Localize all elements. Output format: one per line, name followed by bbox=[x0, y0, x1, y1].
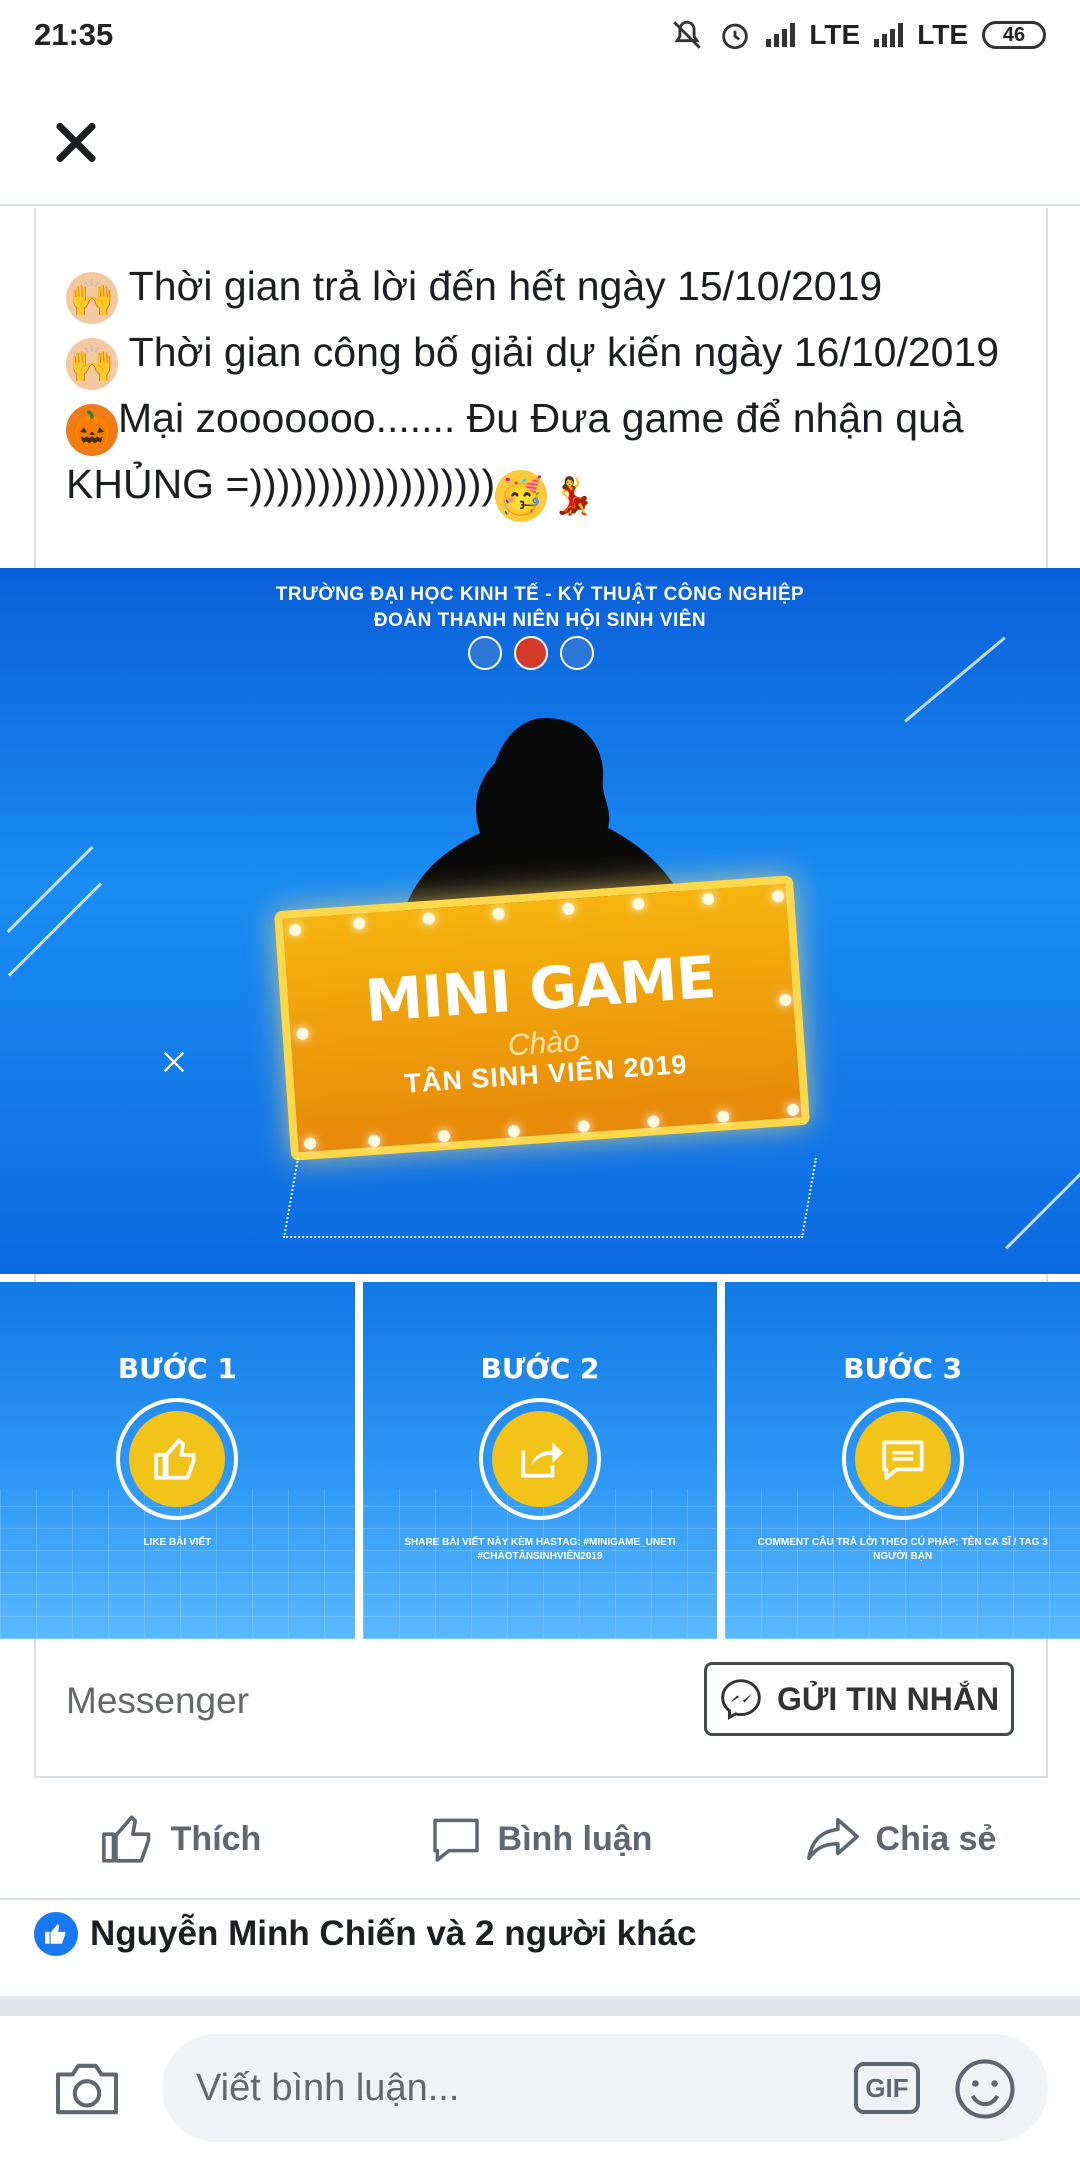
steps-gallery: BƯỚC 1 LIKE BÀI VIẾT BƯỚC 2 SHARE BÀI VI… bbox=[0, 1282, 1080, 1639]
camera-icon[interactable] bbox=[52, 2060, 122, 2118]
battery-level: 46 bbox=[1002, 23, 1026, 46]
banner-header-line-2: ĐOÀN THANH NIÊN HỘI SINH VIÊN bbox=[373, 610, 707, 631]
emoji-icon[interactable] bbox=[952, 2056, 1018, 2122]
like-icon bbox=[101, 1815, 151, 1863]
step-title: BƯỚC 3 bbox=[843, 1352, 963, 1385]
step-icon-ring bbox=[479, 1398, 601, 1520]
light-bulb bbox=[288, 923, 302, 937]
comment-icon bbox=[882, 1440, 924, 1480]
comment-bar: GIF bbox=[0, 2016, 1080, 2160]
status-time: 21:35 bbox=[34, 17, 114, 52]
light-bulb bbox=[507, 1124, 521, 1138]
top-bar bbox=[0, 70, 1080, 206]
mini-game-banner[interactable]: TRƯỜNG ĐẠI HỌC KINH TẾ - KỸ THUẬT CÔNG N… bbox=[0, 568, 1080, 1274]
post-text: 🙌 Thời gian trả lời đến hết ngày 15/10/2… bbox=[66, 258, 1026, 522]
step-title: BƯỚC 2 bbox=[480, 1352, 600, 1385]
mute-icon bbox=[673, 20, 702, 49]
light-bulb bbox=[352, 917, 366, 930]
status-icons: LTE LTE 46 bbox=[670, 18, 1046, 52]
light-bulb bbox=[786, 1103, 800, 1117]
step-description: SHARE BÀI VIẾT NÀY KÈM HASTAG: #MINIGAME… bbox=[404, 1537, 676, 1562]
step-tile-1[interactable]: BƯỚC 1 LIKE BÀI VIẾT bbox=[0, 1282, 355, 1639]
step-icon-ring bbox=[116, 1398, 239, 1520]
network-label-1: LTE bbox=[809, 19, 861, 50]
step-icon-ring bbox=[841, 1398, 964, 1520]
dotted-frame bbox=[282, 1158, 818, 1238]
youth-union-logo bbox=[514, 636, 548, 670]
light-bulb bbox=[631, 897, 645, 911]
light-bulb bbox=[577, 1119, 591, 1133]
partying-face-emoji: 🥳 bbox=[495, 470, 548, 522]
share-icon bbox=[521, 1442, 563, 1478]
reactions-text: Nguyễn Minh Chiến và 2 người khác bbox=[90, 1914, 697, 1953]
light-bulb bbox=[437, 1129, 451, 1143]
banner-logos bbox=[468, 636, 594, 670]
share-label: Chia sẻ bbox=[875, 1819, 997, 1858]
mini-game-sign: MINI GAME Chào TÂN SINH VIÊN 2019 bbox=[273, 875, 811, 1161]
section-divider bbox=[0, 1996, 1080, 2016]
comment-button[interactable]: Bình luận bbox=[360, 1780, 720, 1898]
step-tile-3[interactable]: BƯỚC 3 COMMENT CÂU TRẢ LỜI THEO CÚ PHÁP:… bbox=[725, 1282, 1080, 1639]
student-association-logo bbox=[560, 636, 594, 670]
decorative-line bbox=[6, 846, 94, 933]
post-line: 🙌 Thời gian trả lời đến hết ngày 15/10/2… bbox=[66, 258, 1026, 324]
like-reaction-icon bbox=[34, 1912, 78, 1956]
battery-icon: 46 bbox=[982, 21, 1046, 49]
jack-o-lantern-emoji: 🎃 bbox=[66, 404, 118, 456]
messenger-icon bbox=[721, 1679, 761, 1720]
light-bulb bbox=[771, 889, 785, 903]
raising-hands-emoji: 🙌 bbox=[66, 272, 118, 324]
step-title: BƯỚC 1 bbox=[117, 1352, 237, 1385]
banner-header: TRƯỜNG ĐẠI HỌC KINH TẾ - KỸ THUẬT CÔNG N… bbox=[0, 582, 1080, 634]
light-bulb bbox=[716, 1110, 730, 1123]
messenger-row: Messenger GỬI TIN NHẮN bbox=[34, 1640, 1048, 1778]
thumbs-up-icon bbox=[154, 1438, 196, 1480]
university-logo bbox=[468, 636, 502, 670]
decorative-line bbox=[7, 882, 103, 977]
light-bulb bbox=[647, 1115, 660, 1128]
share-icon bbox=[806, 1817, 859, 1861]
close-icon[interactable] bbox=[48, 114, 104, 170]
post-actions: Thích Bình luận Chia sẻ bbox=[0, 1780, 1080, 1900]
reactions-summary[interactable]: Nguyễn Minh Chiến và 2 người khác bbox=[34, 1912, 696, 1956]
comment-icon bbox=[432, 1818, 479, 1862]
step-description: COMMENT CÂU TRẢ LỜI THEO CÚ PHÁP: TÊN CA… bbox=[757, 1537, 1048, 1562]
post-line: 🎃Mại zooooooo....... Đu Đưa game để nhận… bbox=[66, 390, 1026, 522]
light-bulb bbox=[422, 912, 436, 926]
status-bar: 21:35 LTE LTE 46 bbox=[0, 0, 1080, 70]
dancer-emoji: 💃 bbox=[547, 470, 600, 522]
light-bulb bbox=[303, 1137, 317, 1150]
messenger-label: Messenger bbox=[66, 1680, 250, 1721]
post-line: 🙌 Thời gian công bố giải dự kiến ngày 16… bbox=[66, 324, 1026, 390]
signal-icon-2 bbox=[874, 23, 904, 47]
banner-header-line-1: TRƯỜNG ĐẠI HỌC KINH TẾ - KỸ THUẬT CÔNG N… bbox=[275, 584, 805, 605]
decorative-line bbox=[1005, 1169, 1080, 1250]
light-bulb bbox=[367, 1134, 381, 1148]
network-label-2: LTE bbox=[917, 19, 968, 50]
gif-button[interactable]: GIF bbox=[854, 2062, 920, 2114]
alarm-icon bbox=[722, 23, 749, 50]
step-tile-2[interactable]: BƯỚC 2 SHARE BÀI VIẾT NÀY KÈM HASTAG: #M… bbox=[362, 1282, 718, 1639]
like-button[interactable]: Thích bbox=[0, 1780, 360, 1898]
gif-label: GIF bbox=[865, 2072, 909, 2103]
sparkle-icon bbox=[163, 1051, 185, 1073]
light-bulb bbox=[562, 902, 575, 916]
share-button[interactable]: Chia sẻ bbox=[720, 1780, 1080, 1898]
raising-hands-emoji: 🙌 bbox=[66, 338, 118, 390]
comment-label: Bình luận bbox=[497, 1819, 653, 1858]
send-message-label: GỬI TIN NHẮN bbox=[776, 1680, 1000, 1717]
decorative-line bbox=[904, 636, 1006, 723]
signal-icon bbox=[766, 23, 796, 47]
send-message-button[interactable]: GỬI TIN NHẮN bbox=[704, 1662, 1014, 1736]
light-bulb bbox=[701, 892, 715, 906]
light-bulb bbox=[492, 907, 506, 921]
like-label: Thích bbox=[170, 1819, 262, 1858]
step-description: LIKE BÀI VIẾT bbox=[143, 1537, 212, 1548]
